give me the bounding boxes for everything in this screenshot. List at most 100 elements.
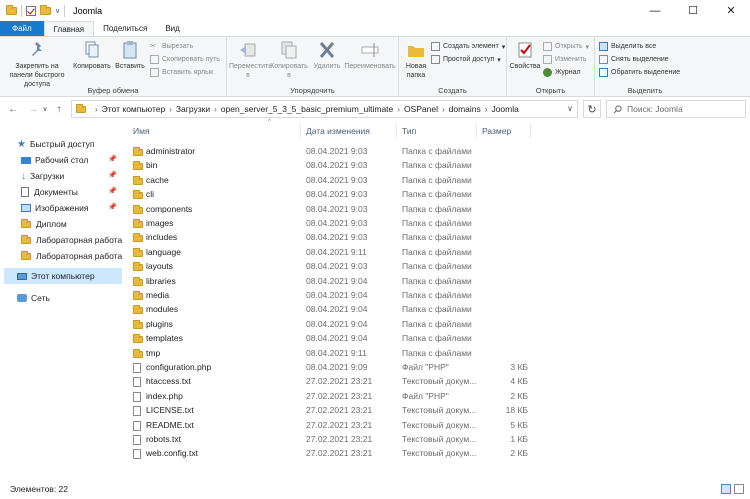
breadcrumb-openserver[interactable]: open_server_5_3_5_basic_premium_ultimate: [221, 104, 393, 114]
properties-label: Свойства: [509, 63, 541, 70]
paste-shortcut-button[interactable]: Вставить ярлык: [150, 68, 213, 77]
column-header-date[interactable]: Дата изменения: [306, 121, 370, 141]
ribbon-tabs: Файл Главная Поделиться Вид: [0, 21, 750, 36]
open-button[interactable]: Открыть ▾: [543, 42, 589, 51]
new-folder-icon[interactable]: [40, 4, 51, 15]
tab-view[interactable]: Вид: [156, 21, 188, 36]
edit-button[interactable]: Изменить: [543, 55, 587, 64]
table-row[interactable]: templates 08.04.2021 9:04 Папка с файлами: [123, 332, 750, 346]
column-header-name[interactable]: Имя: [133, 121, 150, 141]
paste-label: Вставить: [115, 63, 145, 70]
search-input[interactable]: Поиск: Joomla: [606, 100, 746, 118]
column-header-size[interactable]: Размер: [482, 121, 511, 141]
table-row[interactable]: modules 08.04.2021 9:04 Папка с файлами: [123, 303, 750, 317]
delete-button[interactable]: Удалить: [311, 40, 343, 71]
nav-item-lab-2[interactable]: Лабораторная работа: [21, 248, 122, 264]
table-row[interactable]: language 08.04.2021 9:11 Папка с файлами: [123, 246, 750, 260]
table-row[interactable]: libraries 08.04.2021 9:04 Папка с файлами: [123, 275, 750, 289]
recent-locations-button[interactable]: ∨: [40, 105, 50, 113]
invert-selection-button[interactable]: Обратить выделение: [599, 68, 680, 77]
large-icons-view-icon[interactable]: [734, 484, 744, 494]
table-row[interactable]: media 08.04.2021 9:04 Папка с файлами: [123, 289, 750, 303]
file-type: Папка с файлами: [402, 290, 472, 300]
breadcrumb-domains[interactable]: domains: [449, 104, 481, 114]
table-row[interactable]: administrator 08.04.2021 9:03 Папка с файл…: [123, 145, 750, 159]
refresh-button[interactable]: ↻: [583, 100, 601, 118]
table-row[interactable]: plugins 08.04.2021 9:04 Папка с файлами: [123, 318, 750, 332]
paste-button[interactable]: Вставить: [113, 40, 147, 71]
table-row[interactable]: includes 08.04.2021 9:03 Папка с файлами: [123, 231, 750, 245]
table-row[interactable]: components 08.04.2021 9:03 Папка с файлами: [123, 203, 750, 217]
copy-path-button[interactable]: Скопировать путь: [150, 55, 220, 64]
column-divider[interactable]: [530, 124, 531, 138]
breadcrumb-downloads[interactable]: Загрузки: [176, 104, 210, 114]
sort-indicator-icon: ^: [268, 119, 271, 125]
breadcrumb-this-pc[interactable]: Этот компьютер: [102, 104, 166, 114]
tab-share[interactable]: Поделиться: [94, 21, 156, 36]
breadcrumb-joomla[interactable]: Joomla: [491, 104, 518, 114]
nav-item-documents[interactable]: Документы: [21, 184, 78, 200]
table-row[interactable]: cache 08.04.2021 9:03 Папка с файлами: [123, 174, 750, 188]
nav-this-pc[interactable]: Этот компьютер: [4, 268, 122, 284]
qa-dropdown-icon[interactable]: ∨: [55, 7, 60, 15]
easy-access-button[interactable]: Простой доступ ▾: [431, 55, 501, 64]
rename-button[interactable]: Переименовать: [343, 40, 397, 71]
table-row[interactable]: LICENSE.txt 27.02.2021 23:21 Текстовый док…: [123, 404, 750, 418]
cut-button[interactable]: ✂ Вырезать: [150, 42, 193, 51]
select-none-label: Снять выделение: [611, 56, 669, 63]
table-row[interactable]: layouts 08.04.2021 9:03 Папка с файлами: [123, 260, 750, 274]
forward-button[interactable]: →: [26, 104, 40, 115]
table-row[interactable]: tmp 08.04.2021 9:11 Папка с файлами: [123, 347, 750, 361]
history-button[interactable]: Журнал: [543, 68, 581, 77]
up-button[interactable]: ↑: [52, 104, 66, 115]
folder-icon[interactable]: [6, 4, 17, 15]
nav-item-pictures[interactable]: Изображения: [21, 200, 88, 216]
copy-to-button[interactable]: Копировать в: [269, 40, 309, 80]
new-folder-button[interactable]: Новая папка: [401, 40, 431, 80]
tab-home[interactable]: Главная: [43, 21, 95, 36]
select-all-button[interactable]: Выделить все: [599, 42, 656, 51]
table-row[interactable]: bin 08.04.2021 9:03 Папка с файлами: [123, 159, 750, 173]
tab-file[interactable]: Файл: [0, 21, 44, 36]
maximize-button[interactable]: ☐: [674, 0, 712, 21]
pin-icon[interactable]: 📌: [108, 187, 117, 195]
address-box[interactable]: › Этот компьютер › Загрузки › open_serve…: [71, 100, 578, 118]
table-row[interactable]: README.txt 27.02.2021 23:21 Текстовый доку…: [123, 419, 750, 433]
minimize-button[interactable]: —: [636, 0, 674, 21]
nav-network[interactable]: Сеть: [17, 290, 50, 306]
column-divider[interactable]: [476, 124, 477, 138]
copy-button[interactable]: Копировать: [72, 40, 112, 71]
file-name: tmp: [146, 347, 161, 358]
nav-item-downloads[interactable]: ↓ Загрузки: [21, 168, 64, 184]
table-row[interactable]: web.config.txt 27.02.2021 23:21 Текстовый …: [123, 447, 750, 461]
column-divider[interactable]: [300, 124, 301, 138]
table-row[interactable]: robots.txt 27.02.2021 23:21 Текстовый доку…: [123, 433, 750, 447]
pin-icon[interactable]: 📌: [108, 171, 117, 179]
properties-button[interactable]: Свойства: [509, 40, 541, 71]
table-row[interactable]: cli 08.04.2021 9:03 Папка с файлами: [123, 188, 750, 202]
folder-icon: [21, 250, 31, 260]
column-divider[interactable]: [396, 124, 397, 138]
new-item-label: Создать элемент: [443, 43, 499, 50]
table-row[interactable]: index.php 27.02.2021 23:21 Файл "PHP" 2 КБ: [123, 390, 750, 404]
nav-item-lab-1[interactable]: Лабораторная работа: [21, 232, 122, 248]
pin-quick-access-button[interactable]: Закрепить на панели быстрого доступа: [4, 40, 70, 89]
new-item-button[interactable]: Создать элемент ▾: [431, 42, 505, 51]
column-header-type[interactable]: Тип: [402, 121, 416, 141]
table-row[interactable]: htaccess.txt 27.02.2021 23:21 Текстовый до…: [123, 375, 750, 389]
select-none-button[interactable]: Снять выделение: [599, 55, 669, 64]
nav-quick-access[interactable]: ★ Быстрый доступ: [17, 136, 95, 152]
move-to-button[interactable]: Переместить в: [229, 40, 272, 80]
pin-icon[interactable]: 📌: [108, 203, 117, 211]
table-row[interactable]: images 08.04.2021 9:03 Папка с файлами: [123, 217, 750, 231]
breadcrumb-ospanel[interactable]: OSPanel: [404, 104, 438, 114]
address-dropdown-button[interactable]: ∨: [567, 104, 573, 113]
properties-check-icon[interactable]: [26, 5, 36, 16]
close-button[interactable]: ✕: [712, 0, 750, 21]
back-button[interactable]: ←: [6, 104, 20, 115]
nav-item-diploma[interactable]: Диплом: [21, 216, 67, 232]
details-view-icon[interactable]: [721, 484, 731, 494]
nav-item-desktop[interactable]: Рабочий стол: [21, 152, 88, 168]
table-row[interactable]: configuration.php 08.04.2021 9:09 Файл "PH…: [123, 361, 750, 375]
pin-icon[interactable]: 📌: [108, 155, 117, 163]
